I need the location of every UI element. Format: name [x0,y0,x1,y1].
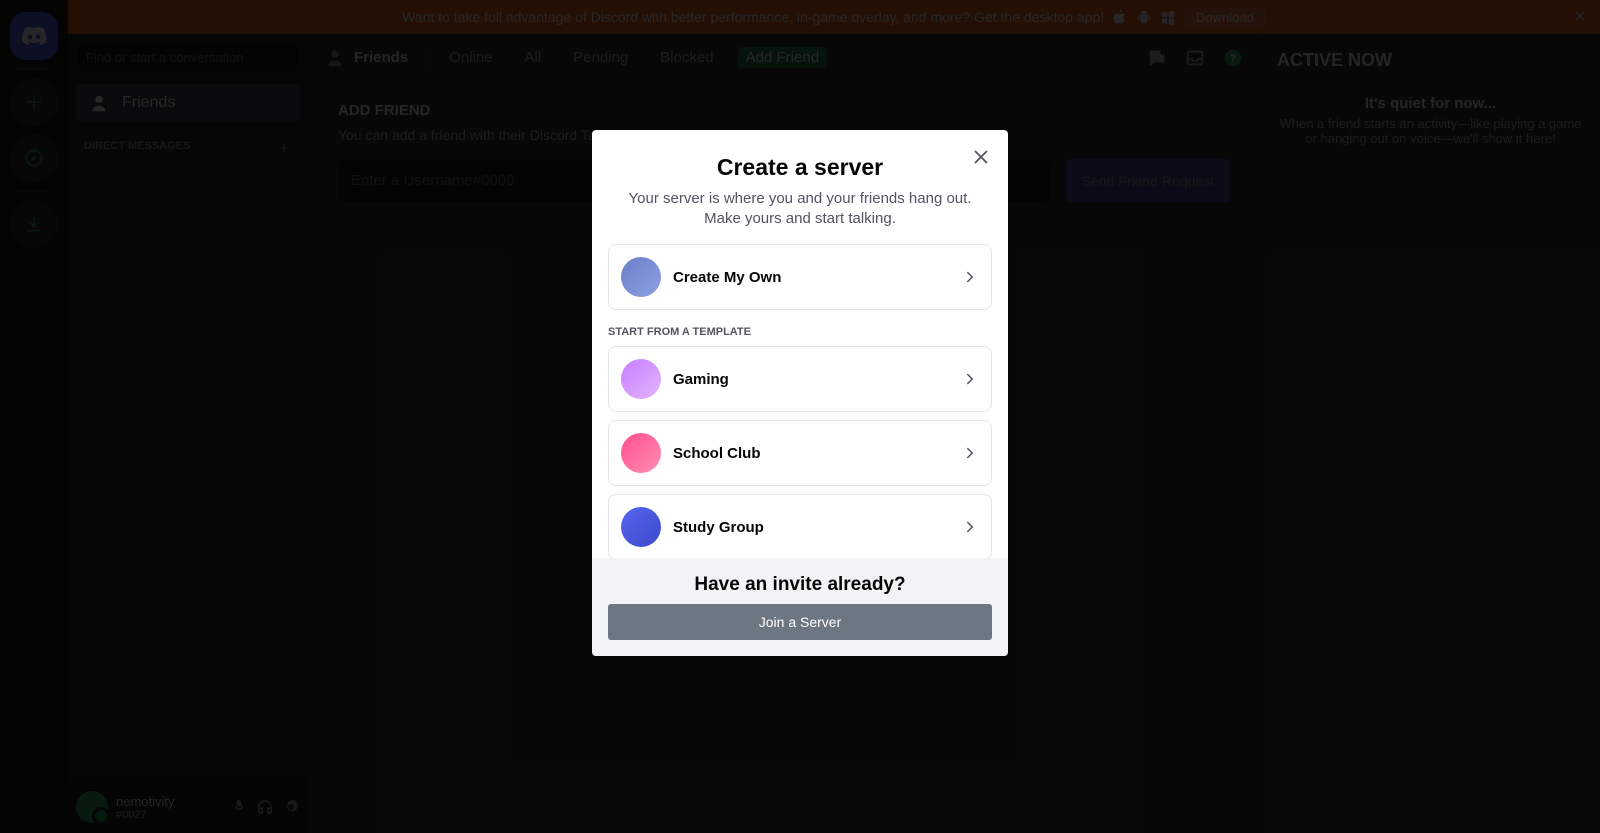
school-club-icon [621,433,661,473]
globe-icon [621,257,661,297]
chevron-right-icon [961,518,979,536]
template-school-club-option[interactable]: School Club [608,420,992,486]
chevron-right-icon [961,444,979,462]
option-label: Gaming [673,371,949,388]
modal-footer: Have an invite already? Join a Server [592,558,1008,656]
create-server-modal: Create a server Your server is where you… [592,130,1008,656]
option-label: Study Group [673,519,949,536]
template-section-label: START FROM A TEMPLATE [608,326,992,338]
chevron-right-icon [961,268,979,286]
modal-title: Create a server [616,154,984,181]
study-group-icon [621,507,661,547]
chevron-right-icon [961,370,979,388]
template-study-group-option[interactable]: Study Group [608,494,992,558]
join-server-button[interactable]: Join a Server [608,604,992,640]
close-icon [970,146,992,168]
modal-close-button[interactable] [970,146,992,168]
option-label: Create My Own [673,269,949,286]
invite-heading: Have an invite already? [608,574,992,596]
gaming-icon [621,359,661,399]
template-gaming-option[interactable]: Gaming [608,346,992,412]
option-label: School Club [673,445,949,462]
modal-subtitle: Your server is where you and your friend… [616,189,984,228]
create-my-own-option[interactable]: Create My Own [608,244,992,310]
